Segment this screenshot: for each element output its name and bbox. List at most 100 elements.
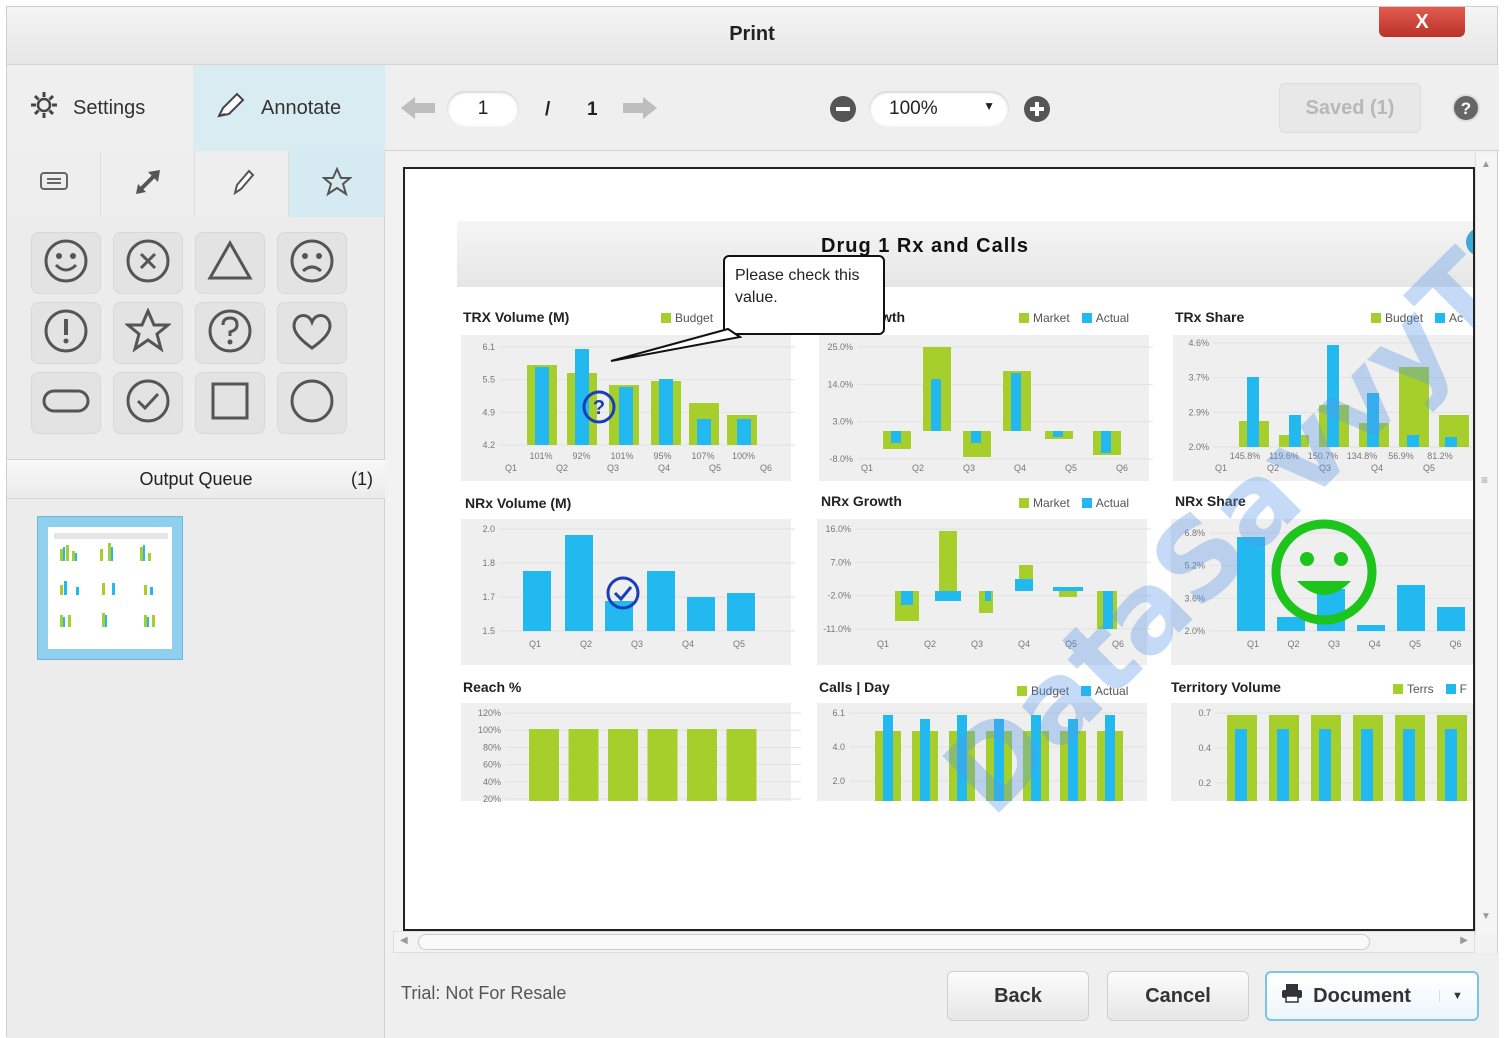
bar-nrx (647, 571, 675, 631)
x-tick-label: Q1 (529, 639, 541, 649)
annotation-tools (7, 151, 385, 217)
back-button[interactable]: Back (947, 971, 1089, 1021)
tab-settings[interactable]: Settings (7, 65, 193, 151)
percent-label: 150.7% (1308, 451, 1339, 461)
square-stamp[interactable] (195, 372, 265, 434)
x-tick-label: Q6 (760, 463, 772, 473)
help-icon[interactable]: ? (1451, 93, 1481, 128)
svg-text:?: ? (1461, 99, 1471, 118)
heart-stamp[interactable] (277, 302, 347, 364)
y-tick-label: 7.0% (830, 557, 851, 567)
x-tick-label: Q3 (963, 463, 975, 473)
scroll-thumb[interactable] (418, 934, 1370, 950)
bar-reach (647, 729, 678, 801)
check-circle-icon (125, 378, 171, 429)
output-queue-count: (1) (351, 469, 373, 489)
output-queue-label: Output Queue (139, 468, 253, 489)
percent-label: 92% (572, 451, 590, 461)
x-tick-label: Q5 (733, 639, 745, 649)
y-tick-label: -2.0% (827, 591, 851, 601)
x-tick-label: Q4 (1371, 463, 1383, 473)
chevron-down-icon[interactable]: ▼ (1438, 990, 1463, 1002)
percent-label: 145.8% (1230, 451, 1261, 461)
bar-f (1361, 729, 1373, 801)
exclamation-stamp[interactable] (31, 302, 101, 364)
bar-actual (883, 715, 893, 801)
cancel-button[interactable]: Cancel (1107, 971, 1249, 1021)
question-stamp[interactable] (195, 302, 265, 364)
bar-f (1319, 729, 1331, 801)
x-circle-stamp[interactable] (113, 232, 183, 294)
y-tick-label: 0.7 (1198, 708, 1211, 718)
y-tick-label: 3.6% (1184, 593, 1205, 603)
bar-actual (1407, 435, 1419, 447)
close-button[interactable]: X (1379, 7, 1465, 37)
bar-actual (891, 431, 901, 443)
page-number-input[interactable]: 1 (447, 91, 519, 127)
left-tabs: Settings Annotate (7, 65, 385, 151)
prev-page-icon[interactable] (399, 95, 437, 126)
percent-label: 100% (732, 451, 755, 461)
x-tick-label: Q2 (556, 463, 568, 473)
comment-icon (39, 171, 69, 198)
tab-annotate[interactable]: Annotate (193, 65, 385, 151)
bar-nrx (687, 597, 715, 631)
smile-stamp-annotation[interactable] (1269, 517, 1379, 632)
bar-actual (1101, 431, 1111, 453)
vertical-scrollbar[interactable]: ▲ ≡ ▼ (1475, 153, 1497, 935)
back-label: Back (994, 984, 1042, 1007)
next-page-icon[interactable] (621, 95, 659, 126)
pill-stamp[interactable] (31, 372, 101, 434)
frown-stamp[interactable] (277, 232, 347, 294)
x-tick-label: Q3 (607, 463, 619, 473)
comment-tool[interactable] (7, 151, 101, 217)
check-stamp-annotation[interactable] (605, 575, 641, 616)
bar-actual (971, 431, 981, 443)
x-tick-label: Q2 (912, 463, 924, 473)
bar-actual (985, 591, 991, 601)
arrow-tool[interactable] (101, 151, 195, 217)
check-stamp[interactable] (113, 372, 183, 434)
stamp-tool[interactable] (289, 151, 385, 217)
y-tick-label: 5.5 (482, 375, 495, 385)
zoom-in-icon[interactable] (1023, 95, 1051, 128)
zoom-out-icon[interactable] (829, 95, 857, 128)
bar-reach (726, 729, 757, 801)
left-panel: Settings Annotate Output Queue (1) (7, 65, 385, 1038)
circle-stamp[interactable] (277, 372, 347, 434)
scroll-down-icon[interactable]: ▼ (1481, 911, 1491, 922)
question-icon (207, 308, 253, 359)
scroll-up-icon[interactable]: ▲ (1481, 159, 1491, 170)
bar-actual (1031, 715, 1041, 801)
bar-actual (994, 719, 1004, 801)
heart-icon (289, 308, 335, 359)
y-tick-label: 2.0% (1184, 626, 1205, 636)
y-tick-label: -8.0% (829, 454, 853, 464)
document-viewer[interactable]: Drug 1 Rx and Calls TRX Volume (M) Budge… (403, 167, 1475, 931)
scroll-left-icon[interactable]: ◀ (400, 935, 408, 946)
triangle-stamp[interactable] (195, 232, 265, 294)
x-tick-label: Q3 (1328, 639, 1340, 649)
pencil-tool[interactable] (195, 151, 289, 217)
current-page: 1 (477, 98, 489, 119)
zoom-select[interactable]: 100% ▼ (869, 91, 1009, 127)
y-tick-label: 4.9 (482, 407, 495, 417)
document-button[interactable]: Document ▼ (1265, 971, 1479, 1021)
percent-label: 134.8% (1347, 451, 1378, 461)
question-stamp-annotation[interactable]: ? (581, 389, 617, 430)
x-tick-label: Q4 (682, 639, 694, 649)
queue-thumbnail[interactable] (37, 516, 183, 660)
exclamation-icon (43, 308, 89, 359)
scroll-right-icon[interactable]: ▶ (1460, 935, 1468, 946)
star-icon (320, 166, 353, 202)
square-icon (207, 378, 253, 429)
star-stamp[interactable] (113, 302, 183, 364)
tab-annotate-label: Annotate (261, 96, 342, 119)
bar-actual (1068, 719, 1078, 801)
y-tick-label: 14.0% (827, 379, 853, 389)
smile-icon (43, 238, 89, 289)
output-queue-header: Output Queue (1) (7, 459, 385, 499)
smile-stamp[interactable] (31, 232, 101, 294)
saved-button[interactable]: Saved (1) (1279, 83, 1421, 133)
horizontal-scrollbar[interactable]: ◀ ▶ (393, 931, 1475, 953)
